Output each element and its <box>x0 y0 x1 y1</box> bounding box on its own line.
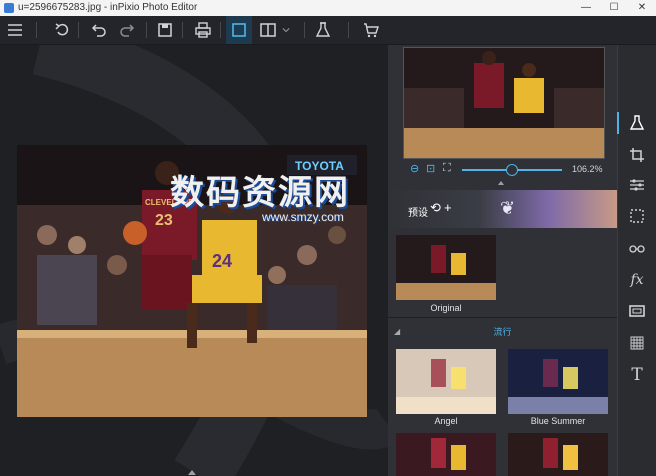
section-title: 流行 <box>493 327 512 337</box>
minimize-button[interactable]: — <box>572 0 600 16</box>
editor-canvas[interactable]: CLEVELAND 23 24 TOYOTA 数码资源网 www.smzy.co… <box>0 45 388 476</box>
watermark-url: www.smzy.com <box>262 210 344 224</box>
zoom-slider-handle[interactable] <box>506 164 518 176</box>
text-tool-icon[interactable]: T <box>624 362 650 388</box>
zoom-actual-icon[interactable]: ⊡ <box>426 162 435 175</box>
selection-icon[interactable] <box>624 203 650 229</box>
main-toolbar <box>0 16 656 45</box>
butterfly-icon: ❦ <box>500 198 516 218</box>
glasses-icon[interactable] <box>624 235 650 261</box>
zoom-value: 106.2% <box>572 164 603 174</box>
watermark: 数码资源网 www.smzy.com <box>170 165 350 224</box>
maximize-button[interactable]: ☐ <box>600 0 628 16</box>
zoom-out-icon[interactable]: ⊖ <box>410 162 419 175</box>
lakers-number-text: 24 <box>212 251 232 271</box>
tools-sidebar: fx T <box>617 45 656 476</box>
preset-blue-summer[interactable] <box>508 349 608 414</box>
reset-icon[interactable] <box>50 16 76 44</box>
texture-grid-icon[interactable] <box>624 330 650 356</box>
menu-icon[interactable] <box>2 16 28 44</box>
single-view-icon[interactable] <box>226 16 252 44</box>
zoom-controls: ⊖ ⊡ ⛶ 106.2% <box>388 160 617 180</box>
preset-blue-summer-caption: Blue Summer <box>530 416 586 426</box>
chevron-up-icon[interactable] <box>188 470 196 475</box>
cart-icon[interactable] <box>358 16 384 44</box>
close-button[interactable]: ✕ <box>628 0 656 16</box>
undo-icon[interactable] <box>86 16 112 44</box>
preset-angel[interactable] <box>396 349 496 414</box>
chevron-down-icon[interactable] <box>279 16 293 44</box>
effects-flask-icon[interactable] <box>310 16 336 44</box>
fx-icon[interactable]: fx <box>624 267 650 293</box>
crop-icon[interactable] <box>624 142 650 168</box>
undo-preset-icon[interactable]: ⟲ <box>430 200 441 216</box>
preset-row3-right[interactable] <box>508 433 608 476</box>
preset-angel-caption: Angel <box>434 416 458 426</box>
preset-original[interactable] <box>396 235 496 300</box>
add-preset-icon[interactable]: + <box>444 200 452 215</box>
preset-original-caption: Original <box>430 303 462 313</box>
preset-label: 预设 <box>408 208 428 219</box>
section-collapse-icon[interactable]: ◢ <box>394 325 400 339</box>
watermark-text: 数码资源网 <box>170 173 350 213</box>
navigator-thumbnail[interactable] <box>403 47 605 159</box>
preset-row3-left[interactable] <box>396 433 496 476</box>
effects-flask-tool-icon[interactable] <box>617 110 650 136</box>
effects-panel: ⊖ ⊡ ⛶ 106.2% 预设 ⟲ + ❦ Original ◢ 流行 Ange… <box>388 45 617 476</box>
print-icon[interactable] <box>190 16 216 44</box>
basketball <box>123 221 147 245</box>
save-icon[interactable] <box>152 16 178 44</box>
app-icon <box>4 3 14 13</box>
compare-view-icon[interactable] <box>255 16 281 44</box>
preset-header: 预设 ⟲ + ❦ <box>388 190 617 228</box>
collapse-chevron-icon[interactable] <box>498 181 504 185</box>
fit-screen-icon[interactable]: ⛶ <box>443 162 451 175</box>
title-bar: u=2596675283.jpg - inPixio Photo Editor … <box>0 0 656 16</box>
section-popular[interactable]: ◢ 流行 <box>388 325 617 339</box>
adjust-sliders-icon[interactable] <box>624 172 650 198</box>
window-title: u=2596675283.jpg - inPixio Photo Editor <box>18 2 198 13</box>
redo-icon[interactable] <box>114 16 140 44</box>
frame-icon[interactable] <box>624 298 650 324</box>
